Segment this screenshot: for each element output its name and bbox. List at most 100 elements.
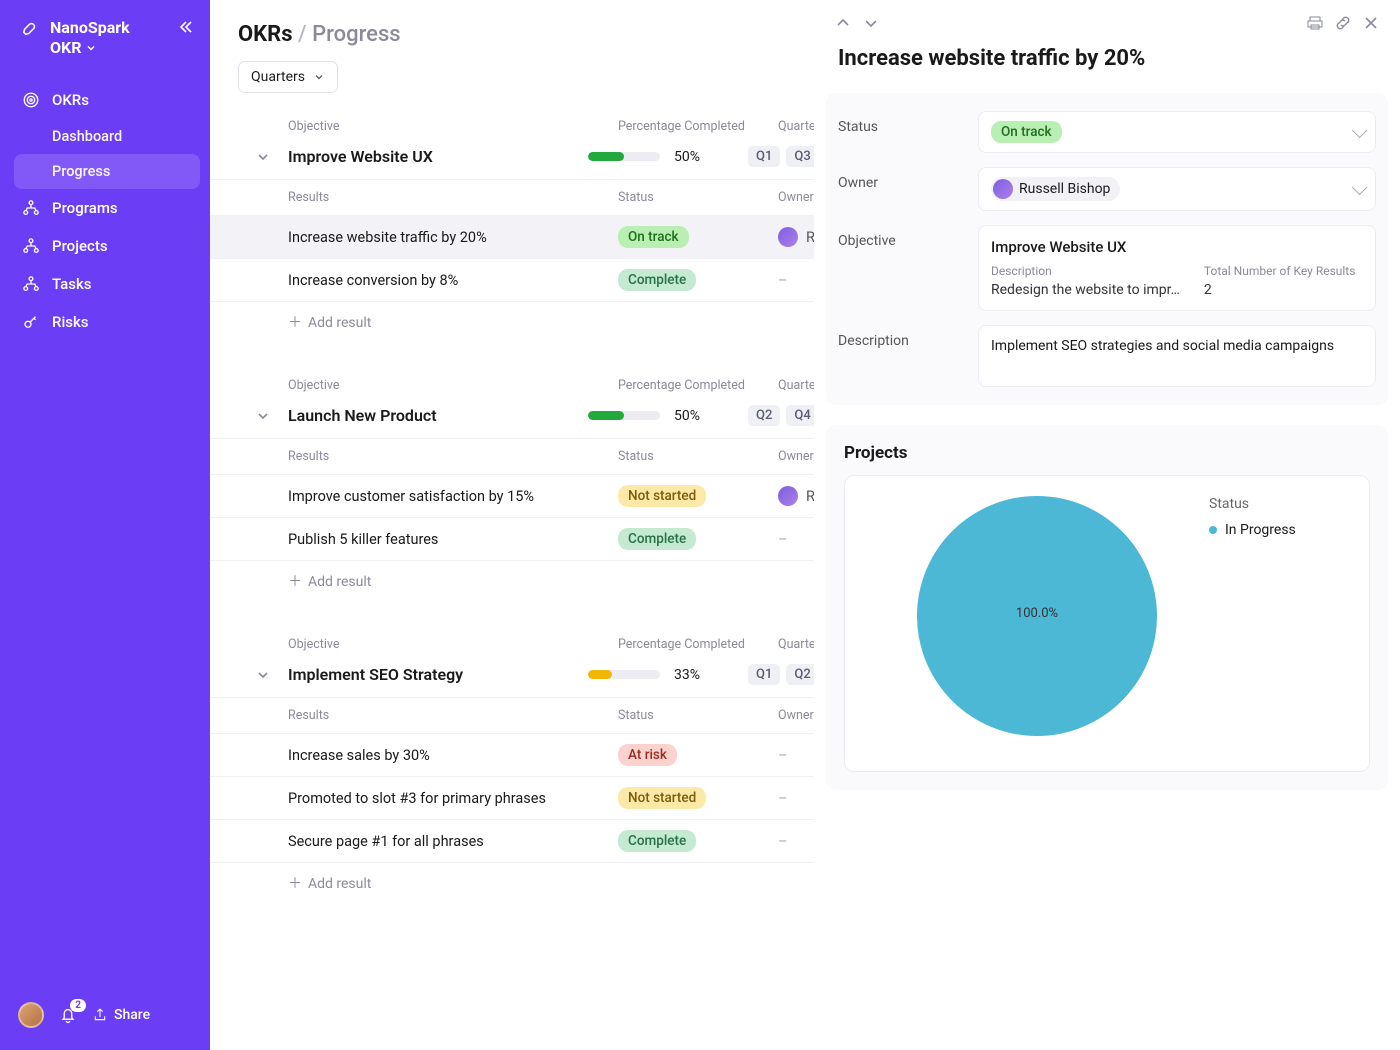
avatar	[778, 227, 798, 247]
collapse-objective-button[interactable]	[238, 668, 288, 682]
collapse-objective-button[interactable]	[238, 409, 288, 423]
progress-cell: 50%	[588, 408, 748, 424]
notification-count: 2	[70, 999, 86, 1012]
add-result-button[interactable]: ＋Add result	[210, 302, 814, 342]
quarter-chip: Q3	[786, 146, 814, 167]
quarter-chip: Q2	[786, 664, 814, 685]
next-record-button[interactable]	[862, 14, 880, 32]
status-select[interactable]: On track	[978, 111, 1376, 153]
col-pct: Percentage Completed	[618, 378, 778, 393]
objective-title[interactable]: Launch New Product	[288, 406, 588, 425]
sidebar: NanoSpark OKR OKRs Dashboard Progress Pr…	[0, 0, 210, 1050]
progress-cell: 33%	[588, 667, 748, 683]
result-title: Promoted to slot #3 for primary phrases	[288, 790, 618, 807]
share-icon	[92, 1007, 108, 1023]
result-row[interactable]: Secure page #1 for all phrases Complete …	[210, 820, 814, 863]
col-owner: Owner	[778, 449, 814, 464]
nav-okrs[interactable]: OKRs	[0, 81, 210, 119]
nav-dashboard[interactable]: Dashboard	[0, 119, 210, 154]
col-owner: Owner	[778, 708, 814, 723]
user-avatar[interactable]	[18, 1002, 44, 1028]
crumb-root[interactable]: OKRs	[238, 22, 293, 47]
status-badge: Not started	[618, 485, 706, 507]
col-results: Results	[288, 190, 618, 205]
description-label: Description	[838, 325, 978, 349]
nav-progress[interactable]: Progress	[14, 154, 200, 189]
quarters-filter[interactable]: Quarters	[238, 61, 338, 93]
col-quarters: Quarters	[778, 637, 814, 652]
main: OKRs / Progress Quarters Objective Perce…	[210, 0, 814, 1050]
result-title: Improve customer satisfaction by 15%	[288, 488, 618, 505]
nav-risks[interactable]: Risks	[0, 303, 210, 341]
col-quarters: Quarters	[778, 119, 814, 134]
hierarchy-icon	[22, 275, 40, 293]
col-objective: Objective	[288, 637, 618, 652]
rocket-icon	[22, 20, 40, 38]
avatar	[778, 486, 798, 506]
crumb-current: Progress	[312, 22, 401, 47]
prev-record-button[interactable]	[834, 14, 852, 32]
col-pct: Percentage Completed	[618, 637, 778, 652]
close-button[interactable]	[1362, 14, 1380, 32]
projects-pie-chart: 100.0% Status In Progress	[844, 475, 1370, 772]
result-title: Publish 5 killer features	[288, 531, 618, 548]
status-badge: Complete	[618, 269, 696, 291]
result-row[interactable]: Increase website traffic by 20% On track…	[210, 216, 814, 259]
breadcrumb: OKRs / Progress	[210, 0, 814, 61]
objective-label: Objective	[838, 225, 978, 249]
nav-tasks[interactable]: Tasks	[0, 265, 210, 303]
progress-cell: 50%	[588, 149, 748, 165]
col-results: Results	[288, 449, 618, 464]
result-row[interactable]: Promoted to slot #3 for primary phrases …	[210, 777, 814, 820]
col-objective: Objective	[288, 378, 618, 393]
collapse-objective-button[interactable]	[238, 150, 288, 164]
objective-link-card[interactable]: Improve Website UX Description Redesign …	[978, 225, 1376, 311]
col-quarters: Quarters	[778, 378, 814, 393]
status-badge: Complete	[618, 528, 696, 550]
col-status: Status	[618, 708, 778, 723]
owner-label: Owner	[838, 167, 978, 191]
col-results: Results	[288, 708, 618, 723]
quarter-chips: Q2 Q4	[748, 405, 814, 426]
objective-title[interactable]: Improve Website UX	[288, 147, 588, 166]
status-label: Status	[838, 111, 978, 135]
result-row[interactable]: Publish 5 killer features Complete –	[210, 518, 814, 561]
chevron-down-icon	[313, 71, 325, 83]
projects-heading: Projects	[844, 443, 1370, 463]
col-owner: Owner	[778, 190, 814, 205]
result-title: Increase website traffic by 20%	[288, 229, 618, 246]
link-button[interactable]	[1334, 14, 1352, 32]
target-icon	[22, 91, 40, 109]
quarter-chip: Q1	[748, 146, 780, 167]
nav-programs[interactable]: Programs	[0, 189, 210, 227]
result-row[interactable]: Increase sales by 30% At risk –	[210, 734, 814, 777]
status-badge: At risk	[618, 744, 677, 766]
status-badge: On track	[618, 226, 689, 248]
share-button[interactable]: Share	[92, 1007, 150, 1023]
brand-sub[interactable]: OKR	[50, 38, 176, 57]
quarter-chip: Q2	[748, 405, 780, 426]
result-title: Secure page #1 for all phrases	[288, 833, 618, 850]
collapse-sidebar-button[interactable]	[176, 18, 194, 36]
result-row[interactable]: Increase conversion by 8% Complete –	[210, 259, 814, 302]
col-status: Status	[618, 449, 778, 464]
add-result-button[interactable]: ＋Add result	[210, 561, 814, 601]
hierarchy-icon	[22, 237, 40, 255]
add-result-button[interactable]: ＋Add result	[210, 863, 814, 903]
col-objective: Objective	[288, 119, 618, 134]
status-badge: Not started	[618, 787, 706, 809]
quarter-chip: Q1	[748, 664, 780, 685]
quarter-chips: Q1 Q3	[748, 146, 814, 167]
result-row[interactable]: Improve customer satisfaction by 15% Not…	[210, 475, 814, 518]
brand-title: NanoSpark	[50, 18, 176, 38]
nav-projects[interactable]: Projects	[0, 227, 210, 265]
panel-title: Increase website traffic by 20%	[814, 42, 1400, 93]
description-field[interactable]: Implement SEO strategies and social medi…	[978, 325, 1376, 387]
objective-title[interactable]: Implement SEO Strategy	[288, 665, 588, 684]
print-button[interactable]	[1306, 14, 1324, 32]
owner-select[interactable]: Russell Bishop	[978, 167, 1376, 211]
notifications-button[interactable]: 2	[58, 1005, 78, 1025]
status-badge: Complete	[618, 830, 696, 852]
chevron-down-icon	[85, 42, 97, 54]
quarter-chip: Q4	[786, 405, 814, 426]
